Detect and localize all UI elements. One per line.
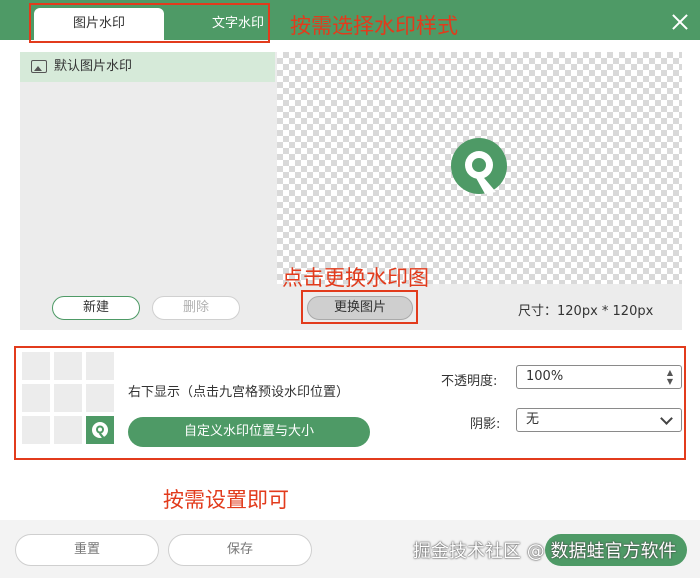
annotation-box-tabs [29, 3, 270, 43]
image-icon [31, 60, 47, 73]
spinner-icon[interactable]: ▲ ▼ [665, 368, 675, 386]
site-watermark: 掘金技术社区 @ 数据蛙官方软件 [413, 541, 677, 562]
grid-cell-bottom-center[interactable] [54, 416, 82, 444]
image-size-label: 尺寸：120px * 120px [518, 304, 654, 319]
list-item[interactable]: 默认图片水印 [20, 52, 275, 82]
logo-icon [451, 138, 507, 194]
opacity-label: 不透明度: [441, 374, 498, 389]
image-list: 默认图片水印 [20, 52, 275, 282]
grid-cell-center[interactable] [54, 384, 82, 412]
chevron-down-icon [660, 412, 673, 425]
grid-cell-top-left[interactable] [22, 352, 50, 380]
grid-cell-bottom-right[interactable] [86, 416, 114, 444]
custom-position-button[interactable]: 自定义水印位置与大小 [128, 417, 370, 447]
new-button[interactable]: 新建 [52, 296, 140, 320]
position-grid [22, 352, 114, 444]
grid-cell-bottom-left[interactable] [22, 416, 50, 444]
list-item-label: 默认图片水印 [54, 59, 133, 74]
grid-cell-middle-left[interactable] [22, 384, 50, 412]
annotation-change-text: 点击更换水印图 [282, 266, 429, 290]
shadow-label: 阴影: [470, 417, 501, 432]
shadow-value: 无 [526, 412, 540, 427]
change-image-button[interactable]: 更换图片 [307, 296, 413, 320]
delete-button[interactable]: 删除 [152, 296, 240, 320]
logo-icon [92, 422, 108, 438]
grid-cell-top-right[interactable] [86, 352, 114, 380]
opacity-value: 100% [526, 369, 564, 384]
annotation-settings-text: 按需设置即可 [163, 488, 289, 512]
close-icon[interactable] [672, 14, 688, 30]
save-button[interactable]: 保存 [168, 534, 312, 566]
grid-cell-middle-right[interactable] [86, 384, 114, 412]
position-description: 右下显示（点击九宫格预设水印位置） [128, 385, 350, 400]
opacity-stepper[interactable]: 100% ▲ ▼ [516, 365, 682, 389]
shadow-select[interactable]: 无 [516, 408, 682, 432]
annotation-tabs-text: 按需选择水印样式 [290, 14, 458, 38]
reset-button[interactable]: 重置 [15, 534, 159, 566]
grid-cell-top-center[interactable] [54, 352, 82, 380]
